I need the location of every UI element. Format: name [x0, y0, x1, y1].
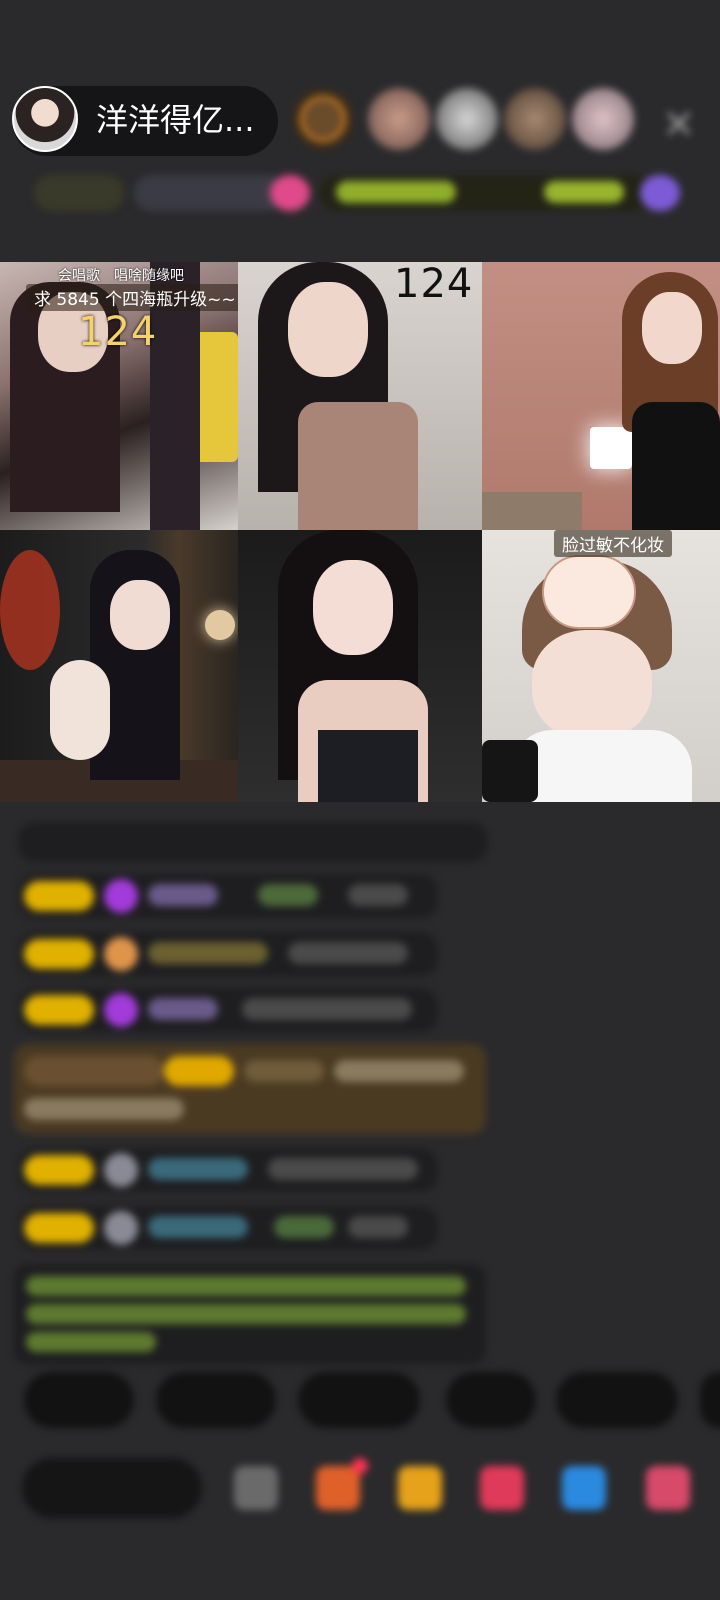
video-tile-1[interactable]: 会唱歌 唱啥随缘吧 求 5845 个四海瓶升级~~ 124	[0, 262, 238, 530]
bottom-action-bar	[0, 1450, 720, 1530]
quick-reply-chip[interactable]	[24, 1372, 134, 1428]
viewer-avatar[interactable]	[292, 88, 354, 150]
video-tile-6[interactable]: 脸过敏不化妆	[482, 530, 720, 802]
quick-reply-chip[interactable]	[700, 1372, 720, 1428]
video-tile-4[interactable]	[0, 530, 238, 802]
quick-reply-chip[interactable]	[556, 1372, 678, 1428]
chat-message	[18, 932, 438, 976]
close-icon[interactable]: ✕	[662, 102, 696, 148]
gift-icon[interactable]	[316, 1466, 360, 1510]
system-message	[14, 1264, 486, 1364]
quick-reply-chip[interactable]	[446, 1372, 536, 1428]
chat-message-highlighted	[14, 1044, 486, 1134]
emoji-icon[interactable]	[234, 1466, 278, 1510]
tile-intro-text: 会唱歌 唱啥随缘吧	[58, 268, 184, 284]
room-info-row	[24, 170, 700, 216]
viewer-avatar[interactable]	[572, 88, 634, 150]
host-info-pill[interactable]: 洋洋得亿...	[12, 86, 278, 156]
host-avatar[interactable]	[12, 86, 78, 152]
gift-box-icon[interactable]	[398, 1466, 442, 1510]
viewer-avatar[interactable]	[436, 88, 498, 150]
video-tile-2[interactable]: 124	[238, 262, 482, 530]
multi-guest-video-grid: 会唱歌 唱啥随缘吧 求 5845 个四海瓶升级~~ 124 124 脸过敏不化妆	[0, 262, 720, 802]
chat-message	[18, 1206, 438, 1250]
chat-message	[18, 1148, 438, 1192]
quick-reply-bar	[0, 1372, 720, 1432]
chat-message	[18, 988, 438, 1032]
game-icon[interactable]	[562, 1466, 606, 1510]
tile-vote-count: 124	[78, 309, 158, 355]
heart-icon[interactable]	[480, 1466, 524, 1510]
tile-vote-count: 124	[394, 262, 474, 307]
more-icon[interactable]	[646, 1466, 690, 1510]
host-name: 洋洋得亿...	[96, 101, 255, 139]
tile-goal-text: 求 5845 个四海瓶升级~~	[26, 284, 238, 311]
video-tile-5[interactable]	[238, 530, 482, 802]
chat-message	[18, 822, 488, 862]
comment-input[interactable]	[22, 1458, 202, 1518]
notification-dot	[352, 1458, 368, 1474]
tile-caption: 脸过敏不化妆	[554, 530, 672, 557]
chat-message	[18, 874, 438, 918]
quick-reply-chip[interactable]	[298, 1372, 420, 1428]
quick-reply-chip[interactable]	[156, 1372, 276, 1428]
viewer-avatar[interactable]	[504, 88, 566, 150]
video-tile-3[interactable]	[482, 262, 720, 530]
viewer-avatar[interactable]	[368, 88, 430, 150]
